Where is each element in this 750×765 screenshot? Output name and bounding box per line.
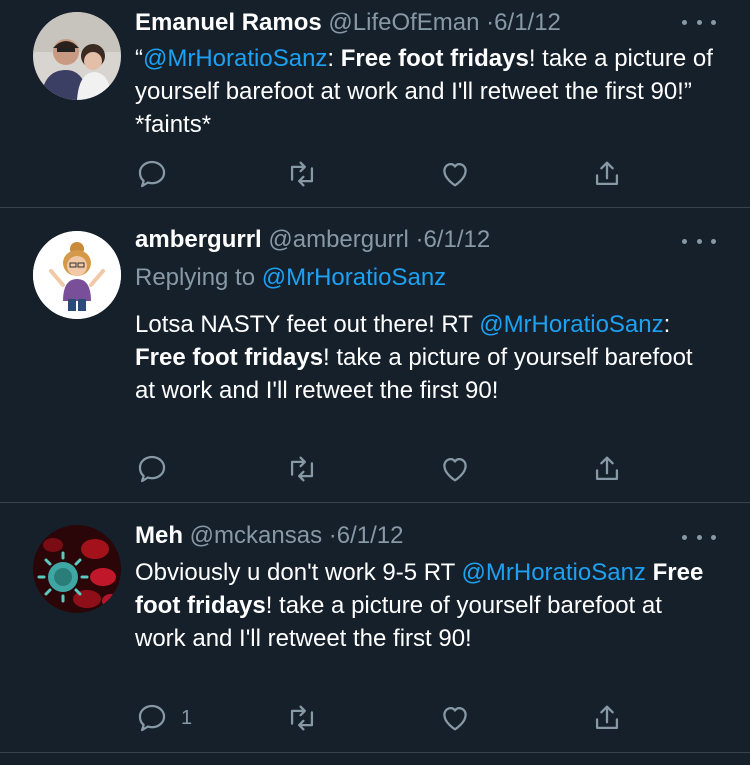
text-colon bbox=[646, 559, 653, 586]
heart-icon bbox=[443, 162, 467, 187]
retweet-icon bbox=[290, 161, 314, 187]
share-button[interactable] bbox=[590, 156, 624, 192]
replying-to-link[interactable]: @MrHoratioSanz bbox=[262, 264, 446, 291]
reply-count: 1 bbox=[181, 706, 193, 729]
avatar[interactable] bbox=[33, 12, 121, 100]
share-icon bbox=[595, 705, 619, 730]
text-prefix: Obviously u don't work 9-5 RT bbox=[135, 559, 462, 586]
tweet-header: Meh @mckansas ·6/1/12 bbox=[135, 521, 403, 551]
share-button[interactable] bbox=[590, 700, 624, 736]
tweet-text: “@MrHoratioSanz: Free foot fridays! take… bbox=[135, 42, 715, 141]
more-options-icon[interactable] bbox=[682, 527, 716, 547]
tweet-date[interactable]: 6/1/12 bbox=[423, 226, 490, 253]
reply-icon bbox=[138, 455, 166, 483]
tweet-header: Emanuel Ramos @LifeOfEman ·6/1/12 bbox=[135, 8, 561, 38]
share-button[interactable] bbox=[590, 451, 624, 487]
tweet-actions: 1 bbox=[135, 700, 635, 736]
tweet[interactable]: ambergurrl @ambergurrl ·6/1/12 Replying … bbox=[0, 207, 750, 503]
heart-icon bbox=[443, 457, 467, 482]
tweet-actions bbox=[135, 156, 635, 192]
reply-icon bbox=[138, 704, 166, 732]
tweet[interactable]: Emanuel Ramos @LifeOfEman ·6/1/12 “@MrHo… bbox=[0, 0, 750, 208]
reply-button[interactable]: 1 bbox=[135, 700, 192, 736]
text-prefix: Lotsa NASTY feet out there! RT bbox=[135, 311, 480, 338]
retweet-button[interactable] bbox=[285, 700, 319, 736]
bold-text: Free foot fridays bbox=[340, 45, 529, 72]
tweet-date[interactable]: 6/1/12 bbox=[494, 9, 561, 36]
tweet-text: Obviously u don't work 9-5 RT @MrHoratio… bbox=[135, 556, 715, 655]
display-name[interactable]: Meh bbox=[135, 522, 183, 549]
bold-text: Free foot fridays bbox=[135, 344, 324, 371]
reply-button[interactable] bbox=[135, 156, 181, 192]
avatar[interactable] bbox=[33, 231, 121, 319]
user-handle[interactable]: @mckansas bbox=[190, 522, 322, 549]
replying-to: Replying to @MrHoratioSanz bbox=[135, 263, 446, 293]
retweet-icon bbox=[290, 705, 314, 731]
display-name[interactable]: Emanuel Ramos bbox=[135, 9, 322, 36]
tweet-actions bbox=[135, 451, 635, 487]
retweet-button[interactable] bbox=[285, 451, 319, 487]
reply-button[interactable] bbox=[135, 451, 181, 487]
retweet-icon bbox=[290, 456, 314, 482]
replying-label: Replying to bbox=[135, 264, 262, 291]
user-handle[interactable]: @LifeOfEman bbox=[328, 9, 479, 36]
like-button[interactable] bbox=[438, 451, 472, 487]
more-options-icon[interactable] bbox=[682, 231, 716, 251]
heart-icon bbox=[443, 706, 467, 731]
more-options-icon[interactable] bbox=[682, 12, 716, 32]
tweet[interactable]: Meh @mckansas ·6/1/12 Obviously u don't … bbox=[0, 502, 750, 753]
reply-icon bbox=[138, 160, 166, 188]
mention-link[interactable]: @MrHoratioSanz bbox=[479, 311, 663, 338]
display-name[interactable]: ambergurrl bbox=[135, 226, 262, 253]
mention-link[interactable]: @MrHoratioSanz bbox=[462, 559, 646, 586]
share-icon bbox=[595, 161, 619, 186]
text-colon: : bbox=[663, 311, 671, 338]
tweet-header: ambergurrl @ambergurrl ·6/1/12 bbox=[135, 225, 490, 255]
avatar[interactable] bbox=[33, 525, 121, 613]
like-button[interactable] bbox=[438, 700, 472, 736]
share-icon bbox=[595, 456, 619, 481]
retweet-button[interactable] bbox=[285, 156, 319, 192]
separator: · bbox=[486, 9, 495, 36]
tweet-date[interactable]: 6/1/12 bbox=[337, 522, 404, 549]
user-handle[interactable]: @ambergurrl bbox=[268, 226, 408, 253]
like-button[interactable] bbox=[438, 156, 472, 192]
text-colon: : bbox=[327, 45, 341, 72]
text-prefix: “ bbox=[135, 45, 143, 72]
tweet-text: Lotsa NASTY feet out there! RT @MrHorati… bbox=[135, 308, 715, 407]
separator: · bbox=[328, 522, 337, 549]
mention-link[interactable]: @MrHoratioSanz bbox=[143, 45, 327, 72]
